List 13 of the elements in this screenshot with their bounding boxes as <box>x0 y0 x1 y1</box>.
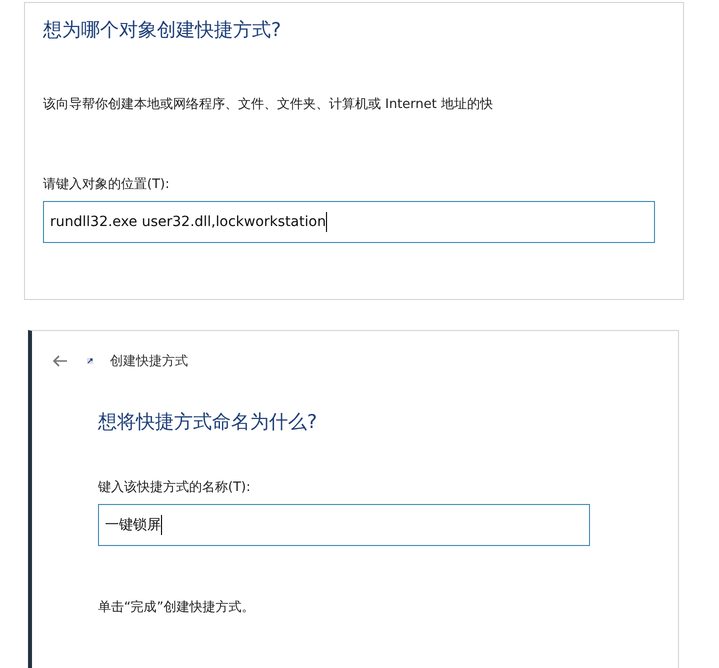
instruction-text: 单击“完成”创建快捷方式。 <box>98 599 256 616</box>
window-title: 创建快捷方式 <box>110 353 188 370</box>
text-cursor-icon <box>326 212 327 232</box>
description-text: 该向导帮你创建本地或网络程序、文件、文件夹、计算机或 Internet 地址的快 <box>43 96 494 113</box>
text-cursor-icon <box>161 515 162 535</box>
dialog-heading: 想将快捷方式命名为什么? <box>98 410 318 435</box>
field-label: 键入该快捷方式的名称(T): <box>98 479 252 496</box>
location-field[interactable]: rundll32.exe user32.dll,lockworkstation <box>43 201 655 243</box>
field-label: 请键入对象的位置(T): <box>43 176 170 193</box>
dialog-heading: 想为哪个对象创建快捷方式? <box>43 18 282 43</box>
shortcut-icon <box>86 357 94 365</box>
name-field[interactable]: 一键锁屏 <box>98 504 590 546</box>
back-arrow-icon[interactable] <box>52 355 68 367</box>
